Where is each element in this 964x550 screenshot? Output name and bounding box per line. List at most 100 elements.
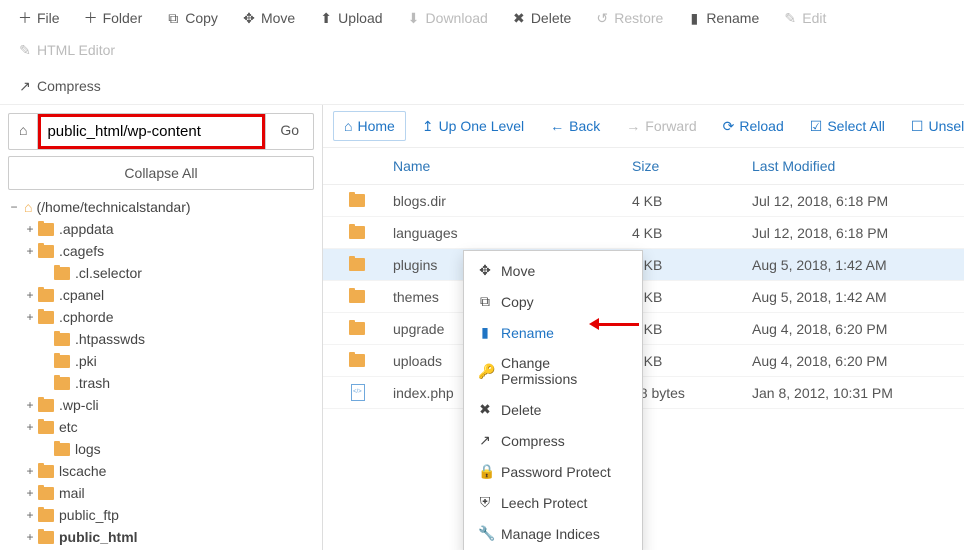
tree-item[interactable]: .trash [8,372,314,394]
tree-root[interactable]: − ⌂ (/home/technicalstandar) [8,196,314,218]
reload-icon: ⟳ [723,118,735,135]
tree-item[interactable]: +.appdata [8,218,314,240]
nav-home-button[interactable]: ⌂ Home [333,111,406,141]
copy-button[interactable]: ⧉Copy [156,4,228,32]
ctx-change-permissions[interactable]: 🔑Change Permissions [464,348,642,394]
table-row[interactable]: uploads4 KBAug 4, 2018, 6:20 PM [323,345,964,377]
nav-home-label: Home [357,118,394,134]
ctx-move[interactable]: ✥Move [464,255,642,286]
row-size: 4 KB [632,353,752,369]
home-icon-button[interactable]: ⌂ [9,114,38,149]
tree-item[interactable]: +.cagefs [8,240,314,262]
folder-tree: − ⌂ (/home/technicalstandar) +.appdata+.… [8,196,314,550]
nav-up-button[interactable]: ↥Up One Level [412,112,534,141]
ctx-rename[interactable]: ▮Rename [464,317,642,348]
home-icon: ⌂ [344,118,352,134]
delete-button[interactable]: ✖Delete [502,4,581,32]
folder-icon [54,355,70,368]
restore-button[interactable]: ↺Restore [585,4,673,32]
row-size: 4 KB [632,257,752,273]
header-name-label: Name [393,158,430,174]
tree-item[interactable]: logs [8,438,314,460]
tree-item[interactable]: + lscache [8,460,314,482]
expand-icon[interactable]: + [24,310,36,324]
folder-label: Folder [103,10,143,26]
tree-item[interactable]: +.cphorde [8,306,314,328]
nav-forward-button[interactable]: →Forward [616,112,706,140]
ctx-compress[interactable]: ↗Compress [464,425,642,456]
table-row[interactable]: index.php28 bytesJan 8, 2012, 10:31 PM [323,377,964,409]
folder-icon [38,421,54,434]
table-row[interactable]: themes4 KBAug 5, 2018, 1:42 AM [323,281,964,313]
header-name[interactable]: Name [323,158,632,174]
expand-icon[interactable]: + [24,464,36,478]
expand-icon[interactable]: + [24,530,36,544]
tree-item[interactable]: .cl.selector [8,262,314,284]
nav-back-button[interactable]: ←Back [540,112,610,140]
ctx-manage-indices[interactable]: 🔧Manage Indices [464,518,642,549]
lock-icon: 🔒 [478,463,492,480]
row-size: 4 KB [632,321,752,337]
nav-selectall-button[interactable]: ☑Select All [800,112,895,141]
ctx-leech-protect[interactable]: ⛨ Leech Protect [464,487,642,518]
rename-button[interactable]: ▮Rename [677,4,769,32]
row-modified: Jan 8, 2012, 10:31 PM [752,385,964,401]
collapse-icon[interactable]: − [8,200,20,214]
ctx-copy[interactable]: ⧉Copy [464,286,642,317]
table-row[interactable]: upgrade4 KBAug 4, 2018, 6:20 PM [323,313,964,345]
html-editor-button[interactable]: ✎HTML Editor [8,36,125,64]
tree-item[interactable]: .pki [8,350,314,372]
collapse-label: Collapse All [124,165,197,181]
move-button[interactable]: ✥Move [232,4,305,32]
expand-icon[interactable]: + [24,486,36,500]
expand-icon[interactable]: + [24,222,36,236]
expand-icon[interactable]: + [24,398,36,412]
tree-item-label: public_ftp [59,507,119,523]
compress-button[interactable]: ↗Compress [8,72,111,100]
tree-item[interactable]: + public_ftp [8,504,314,526]
tree-item[interactable]: +.wp-cli [8,394,314,416]
header-size[interactable]: Size [632,158,752,174]
folder-icon [38,509,54,522]
row-size: 4 KB [632,289,752,305]
ctx-password-protect[interactable]: 🔒Password Protect [464,456,642,487]
tree-item[interactable]: +.cpanel [8,284,314,306]
table-row[interactable]: languages4 KBJul 12, 2018, 6:18 PM [323,217,964,249]
folder-button[interactable]: ＋Folder [74,4,153,32]
ctx-leech-label: Leech Protect [501,495,587,511]
expand-icon[interactable]: + [24,288,36,302]
nav-back-label: Back [569,118,600,134]
download-label: Download [426,10,488,26]
path-input[interactable] [43,119,260,144]
tree-item[interactable]: .htpasswds [8,328,314,350]
tree-item[interactable]: +mail [8,482,314,504]
header-modified[interactable]: Last Modified [752,158,964,174]
table-row[interactable]: plugins4 KBAug 5, 2018, 1:42 AM [323,249,964,281]
folder-icon [349,290,365,303]
file-button[interactable]: ＋File [8,4,70,32]
expand-icon[interactable]: + [24,244,36,258]
nav-toolbar: ⌂ Home ↥Up One Level ←Back →Forward ⟳Relo… [323,105,964,148]
upload-button[interactable]: ⬆Upload [309,4,392,32]
path-row: ⌂ Go [8,113,314,150]
nav-unselect-button[interactable]: ☐Unsel [901,112,964,141]
collapse-all-button[interactable]: Collapse All [8,156,314,190]
ctx-delete[interactable]: ✖Delete [464,394,642,425]
tree-item[interactable]: +etc [8,416,314,438]
expand-icon[interactable]: + [24,420,36,434]
edit-button[interactable]: ✎Edit [773,4,836,32]
shield-icon: ⛨ [478,494,492,511]
folder-icon [349,226,365,239]
home-folder-icon: ⌂ [24,199,32,215]
tree-item-label: lscache [59,463,106,479]
copy-label: Copy [185,10,218,26]
tree-item[interactable]: +public_html [8,526,314,548]
download-button[interactable]: ⬇Download [397,4,498,32]
go-button[interactable]: Go [265,114,313,149]
expand-icon[interactable]: + [24,508,36,522]
table-row[interactable]: blogs.dir4 KBJul 12, 2018, 6:18 PM [323,185,964,217]
upload-icon: ⬆ [319,11,333,25]
tree-root-label: (/home/technicalstandar) [36,199,190,215]
nav-reload-button[interactable]: ⟳Reload [713,112,794,141]
nav-unselect-label: Unsel [928,118,964,134]
